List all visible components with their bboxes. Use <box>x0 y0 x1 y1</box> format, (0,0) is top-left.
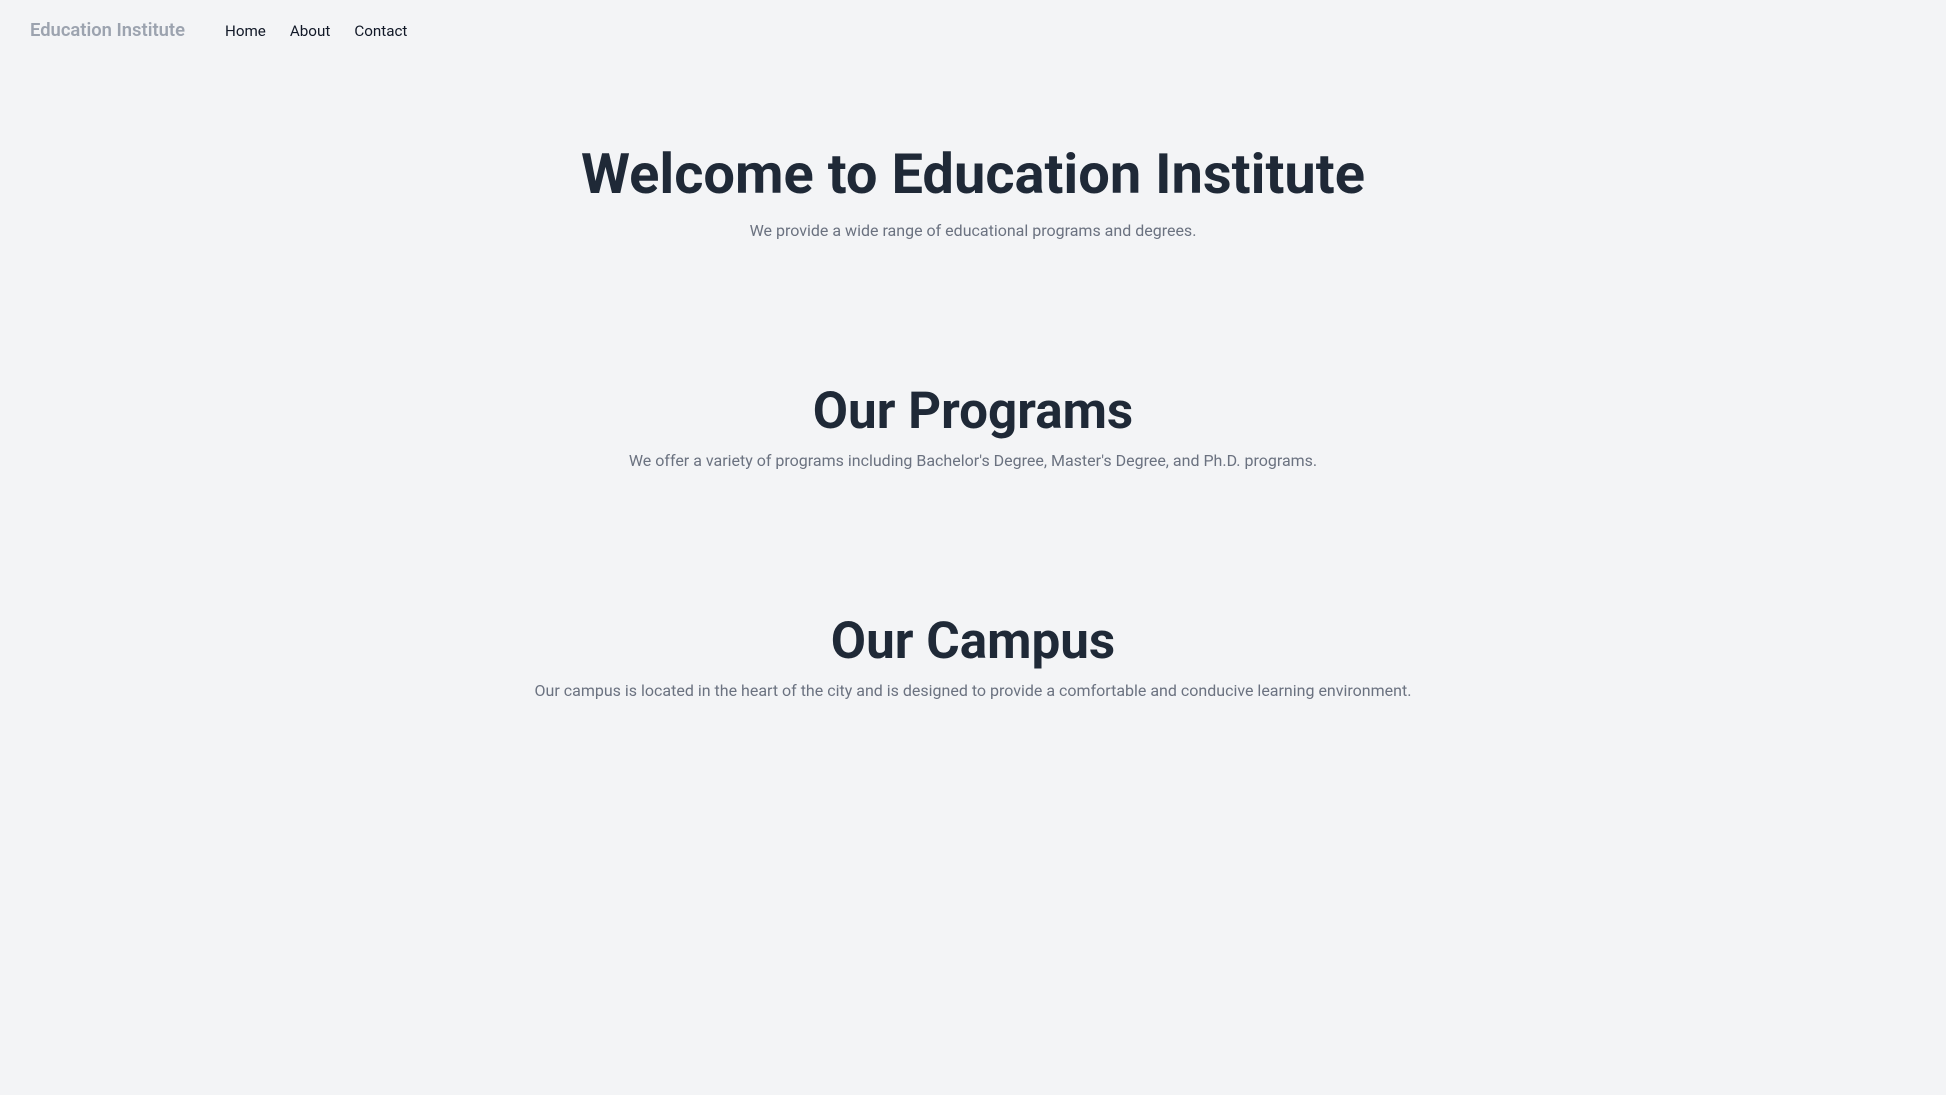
nav-item-home[interactable]: Home <box>225 21 266 40</box>
nav-item-about[interactable]: About <box>290 21 330 40</box>
nav-links: Home About Contact <box>225 21 407 40</box>
campus-section: Our Campus Our campus is located in the … <box>0 530 1946 760</box>
nav-link-home[interactable]: Home <box>225 22 266 40</box>
hero-title: Welcome to Education Institute <box>40 141 1906 207</box>
nav-link-about[interactable]: About <box>290 22 330 40</box>
campus-title: Our Campus <box>40 610 1906 671</box>
nav-link-contact[interactable]: Contact <box>354 22 407 40</box>
campus-description: Our campus is located in the heart of th… <box>40 681 1906 700</box>
nav-item-contact[interactable]: Contact <box>354 21 407 40</box>
hero-section: Welcome to Education Institute We provid… <box>0 61 1946 300</box>
programs-section: Our Programs We offer a variety of progr… <box>0 300 1946 530</box>
navbar: Education Institute Home About Contact <box>0 0 1946 61</box>
programs-title: Our Programs <box>40 380 1906 441</box>
programs-description: We offer a variety of programs including… <box>40 451 1906 470</box>
hero-subtitle: We provide a wide range of educational p… <box>40 221 1906 240</box>
nav-brand: Education Institute <box>30 20 185 41</box>
